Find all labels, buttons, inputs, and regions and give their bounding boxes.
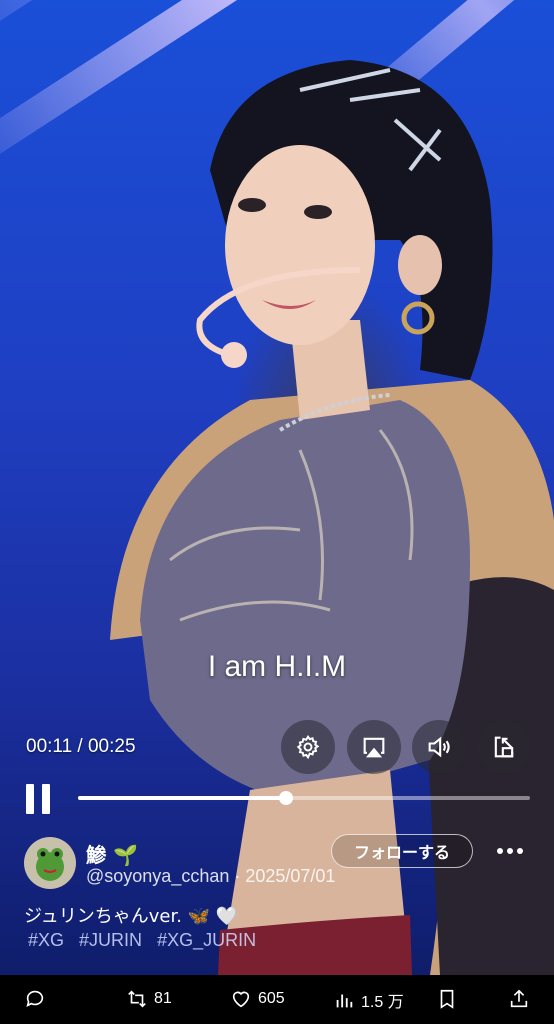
gear-icon xyxy=(296,734,320,760)
volume-button[interactable] xyxy=(412,720,466,774)
author-name[interactable]: 鯵 🌱 xyxy=(86,839,138,868)
pause-icon xyxy=(26,784,34,814)
retweet-icon xyxy=(128,990,146,1008)
bookmark-icon xyxy=(440,989,454,1009)
airplay-button[interactable] xyxy=(347,720,401,774)
comment-icon xyxy=(26,990,44,1007)
progress-fill xyxy=(78,796,286,800)
progress-bar[interactable] xyxy=(78,791,530,805)
pause-button[interactable] xyxy=(26,784,52,814)
hashtag-list: #XG #JURIN #XG_JURIN xyxy=(28,930,264,951)
minimize-icon xyxy=(494,736,514,758)
author-handle-date[interactable]: @soyonya_cchan · 2025/07/01 xyxy=(86,866,335,887)
view-count: 1.5 万 xyxy=(361,994,404,1011)
avatar[interactable] xyxy=(24,837,76,889)
more-options-button[interactable] xyxy=(492,838,528,864)
dot xyxy=(497,848,503,854)
progress-handle[interactable] xyxy=(278,791,293,805)
hashtag-link[interactable]: #XG_JURIN xyxy=(157,930,256,950)
views-button[interactable]: 1.5 万 xyxy=(333,988,404,1012)
video-player[interactable]: I am H.I.M 00:11 / 00:25 鯵 🌱 @soyonya_cc… xyxy=(0,0,554,975)
hashtag-link[interactable]: #JURIN xyxy=(79,930,142,950)
views-chart-icon xyxy=(336,994,353,1008)
time-display: 00:11 / 00:25 xyxy=(26,736,136,757)
heart-icon xyxy=(232,991,250,1008)
post-caption: ジュリンちゃんver. 🦋 🤍 xyxy=(24,906,239,927)
hashtag-link[interactable]: #XG xyxy=(28,930,64,950)
retweet-count: 81 xyxy=(154,990,172,1007)
share-icon xyxy=(510,989,528,1008)
share-button[interactable] xyxy=(508,988,530,1010)
airplay-icon xyxy=(363,737,385,758)
retweet-button[interactable]: 81 xyxy=(126,988,172,1010)
video-subtitle: I am H.I.M xyxy=(207,650,347,683)
speaker-icon xyxy=(428,736,450,758)
settings-button[interactable] xyxy=(281,720,335,774)
dot xyxy=(507,848,513,854)
frog-avatar-icon xyxy=(36,848,64,881)
like-count: 605 xyxy=(258,990,285,1007)
minimize-button[interactable] xyxy=(477,720,531,774)
performer-image xyxy=(110,60,554,975)
follow-button[interactable]: フォローする xyxy=(331,834,473,868)
like-button[interactable]: 605 xyxy=(230,988,285,1010)
reply-button[interactable] xyxy=(24,988,46,1010)
bookmark-button[interactable] xyxy=(436,988,458,1010)
dot xyxy=(517,848,523,854)
pause-icon-bar xyxy=(42,784,50,814)
